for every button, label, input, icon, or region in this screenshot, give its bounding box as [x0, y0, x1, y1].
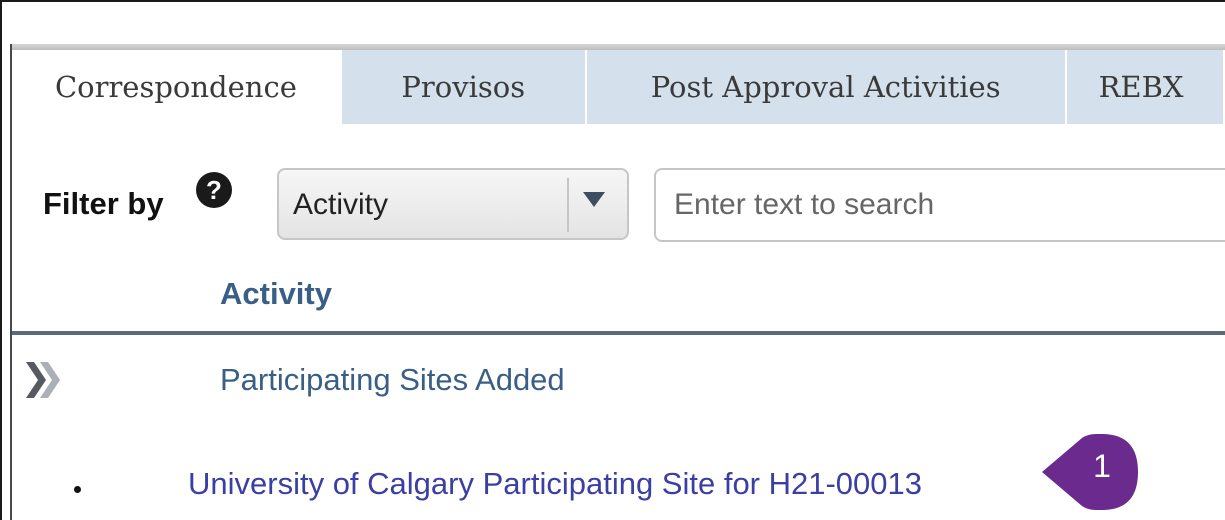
filter-select[interactable]: Activity — [277, 168, 629, 240]
search-input[interactable] — [654, 168, 1225, 242]
expand-collapse-icon[interactable] — [24, 360, 60, 400]
tab-post-approval-activities[interactable]: Post Approval Activities — [586, 50, 1067, 124]
filter-select-value: Activity — [293, 188, 389, 221]
callout-number: 1 — [1093, 448, 1111, 484]
tab-provisos[interactable]: Provisos — [341, 50, 587, 124]
caret-down-icon[interactable] — [583, 192, 605, 207]
header-divider — [12, 331, 1225, 335]
question-circle-icon[interactable]: ? — [196, 172, 232, 208]
tab-correspondence[interactable]: Correspondence — [12, 50, 342, 124]
select-divider — [567, 178, 569, 232]
row-title: Participating Sites Added — [220, 362, 565, 397]
tab-rebx[interactable]: REBX — [1066, 50, 1225, 124]
participating-site-link[interactable]: University of Calgary Participating Site… — [188, 466, 922, 502]
list-bullet — [74, 486, 81, 493]
column-header-activity[interactable]: Activity — [220, 276, 332, 312]
tab-bar: Correspondence Provisos Post Approval Ac… — [12, 50, 1225, 124]
filter-label: Filter by — [43, 186, 164, 221]
